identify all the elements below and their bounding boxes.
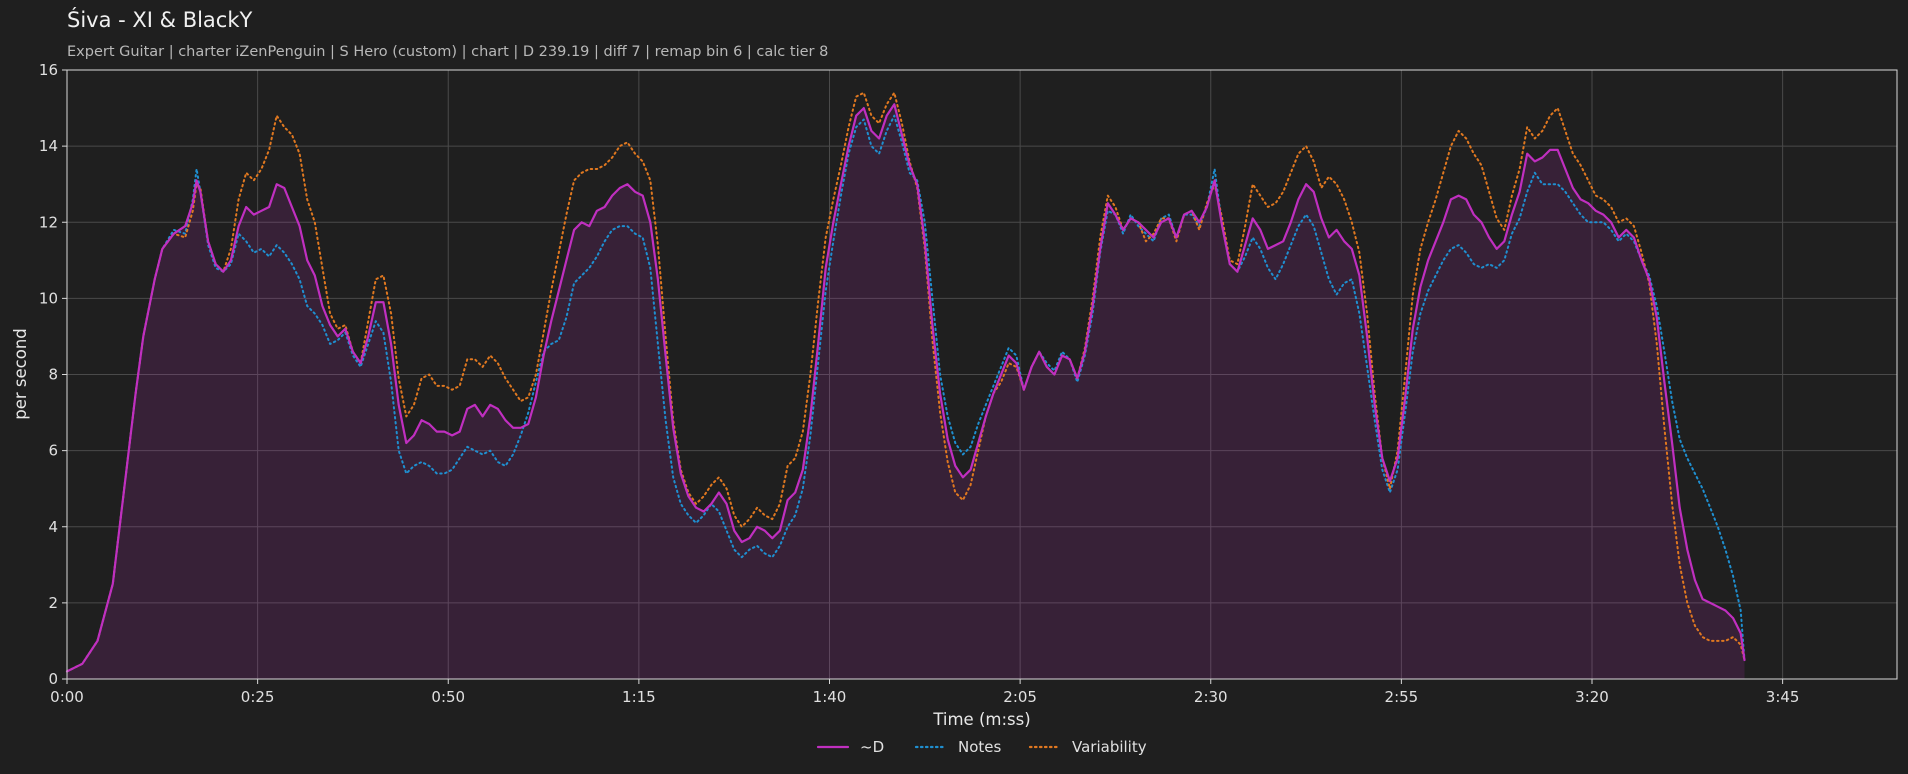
x-tick-label-3: 1:15 (622, 688, 656, 706)
x-tick-label-4: 1:40 (813, 688, 847, 706)
legend-label-0: ~D (860, 738, 884, 756)
x-tick-label-1: 0:25 (241, 688, 275, 706)
x-tick-label-5: 2:05 (1003, 688, 1037, 706)
fill-layer (67, 104, 1745, 680)
series-fill-0 (67, 104, 1745, 680)
y-axis-label: per second (11, 328, 30, 420)
legend-label-2: Variability (1072, 738, 1147, 756)
y-tick-label-6: 12 (39, 213, 58, 231)
y-tick-label-7: 14 (39, 137, 58, 155)
x-tick-label-9: 3:45 (1766, 688, 1800, 706)
y-tick-label-2: 4 (48, 518, 58, 536)
legend: ~D Notes Variability (816, 738, 1147, 756)
y-tick-label-1: 2 (48, 594, 58, 612)
x-tick-label-0: 0:00 (50, 688, 84, 706)
chart-svg: 0:00 0:25 0:50 1:15 1:40 2:05 2:30 2:55 3:20 3:45… (11, 61, 1898, 756)
x-axis-label: Time (m:ss) (932, 710, 1030, 729)
x-tick-label-2: 0:50 (431, 688, 465, 706)
y-tick-label-4: 8 (48, 366, 58, 384)
y-tick-label-8: 16 (39, 61, 58, 79)
x-tick-label-6: 2:30 (1194, 688, 1228, 706)
y-tick-label-3: 6 (48, 442, 58, 460)
y-tick-label-5: 10 (39, 289, 58, 307)
y-tick-label-0: 0 (48, 670, 58, 688)
x-tick-label-7: 2:55 (1385, 688, 1419, 706)
x-tick-label-8: 3:20 (1575, 688, 1609, 706)
legend-label-1: Notes (958, 738, 1002, 756)
